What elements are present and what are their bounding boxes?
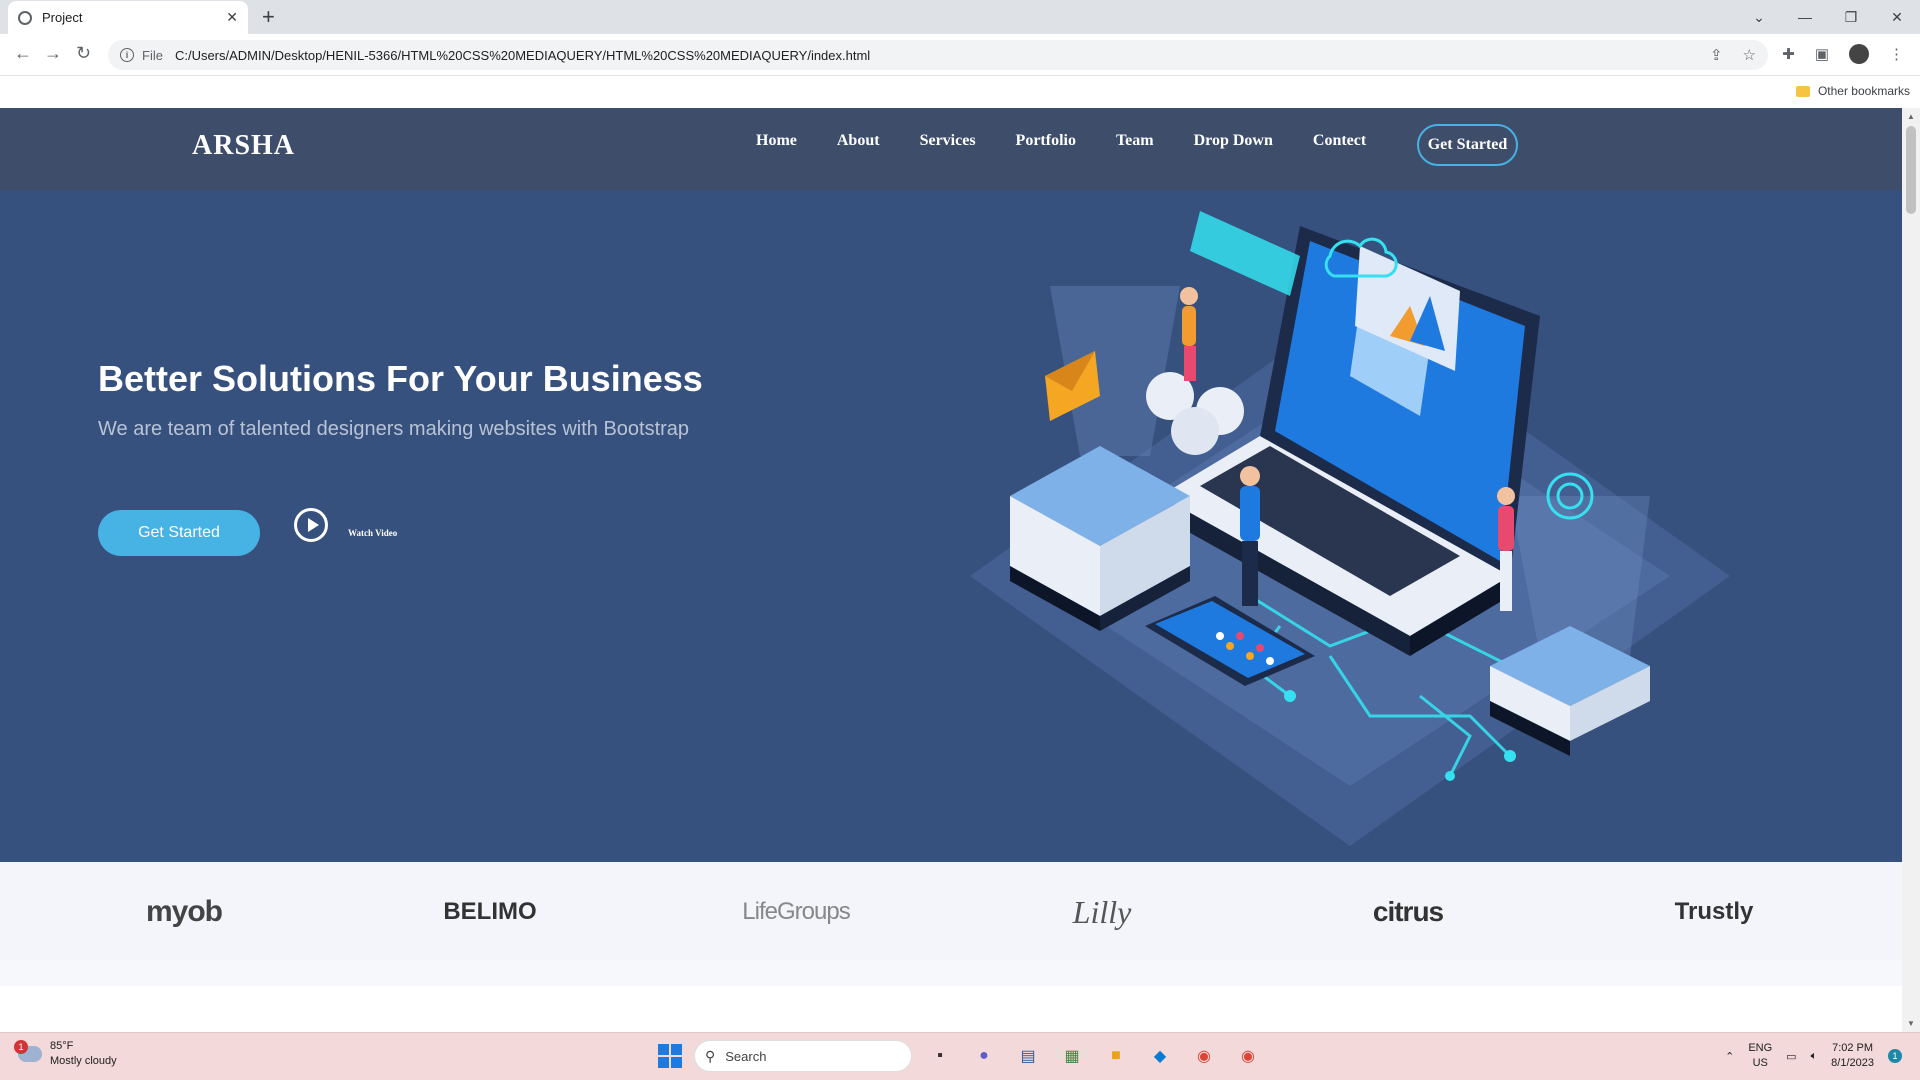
main-nav: Home About Services Portfolio Team Drop …	[756, 132, 1406, 150]
cloud-icon: 1	[14, 1040, 42, 1062]
nav-drop-down[interactable]: Drop Down	[1194, 132, 1273, 150]
hero-section: Better Solutions For Your Business We ar…	[0, 190, 1902, 862]
back-icon[interactable]: ←	[14, 43, 32, 64]
file-explorer-icon[interactable]: ■	[1100, 1040, 1132, 1072]
windows-start-icon[interactable]	[658, 1044, 682, 1068]
hero-get-started-button[interactable]: Get Started	[98, 510, 260, 556]
address-bar[interactable]: i File C:/Users/ADMIN/Desktop/HENIL-5366…	[108, 40, 1768, 70]
tab-title: Project	[42, 10, 83, 25]
menu-icon[interactable]: ⋮	[1889, 45, 1904, 63]
region-code: US	[1752, 1057, 1768, 1069]
address-url[interactable]: C:/Users/ADMIN/Desktop/HENIL-5366/HTML%2…	[175, 48, 1710, 63]
weather-desc: Mostly cloudy	[50, 1055, 117, 1067]
taskbar-search-placeholder: Search	[725, 1048, 767, 1064]
vscode-icon[interactable]: ◆	[1144, 1040, 1176, 1072]
nav-about[interactable]: About	[837, 132, 880, 150]
new-tab-button[interactable]: +	[262, 4, 275, 30]
scroll-down-icon[interactable]: ▼	[1907, 1019, 1915, 1028]
client-logo-myob: myob	[145, 895, 223, 928]
other-bookmarks[interactable]: Other bookmarks	[1795, 84, 1910, 98]
address-scheme: File	[142, 47, 163, 63]
nav-contact[interactable]: Contect	[1313, 132, 1366, 150]
client-logo-lilly: Lilly	[1072, 893, 1132, 930]
site-header: ARSHA Home About Services Portfolio Team…	[0, 108, 1902, 190]
tab-search-icon[interactable]: ⌄	[1736, 0, 1782, 34]
browser-tab[interactable]: Project ✕	[8, 1, 248, 34]
taskbar-apps: ⚲ Search ▪ ● ▤ ▦ ■ ◆ ◉ ◉	[658, 1040, 1264, 1072]
client-logo-citrus: citrus	[1372, 896, 1444, 927]
nav-services[interactable]: Services	[920, 132, 976, 150]
client-logo-belimo: BELIMO	[443, 898, 537, 925]
system-tray: ⌃ ENG US ▭ 🔈︎ 7:02 PM 8/1/2023 1	[1725, 1041, 1902, 1071]
profile-avatar[interactable]	[1849, 44, 1869, 64]
page-scrollbar[interactable]: ▲ ▼	[1902, 108, 1920, 1032]
taskbar-search[interactable]: ⚲ Search	[694, 1040, 912, 1072]
folder-icon	[1795, 85, 1810, 97]
side-panel-icon[interactable]: ▣	[1815, 45, 1829, 63]
share-icon[interactable]: ⇪	[1710, 46, 1723, 64]
client-logo-trustly: Trustly	[1674, 898, 1754, 925]
other-bookmarks-label: Other bookmarks	[1817, 84, 1910, 98]
notification-badge[interactable]: 1	[1888, 1049, 1902, 1063]
play-icon[interactable]	[294, 508, 328, 542]
hero-subtitle: We are team of talented designers making…	[98, 418, 690, 440]
browser-toolbar: ← → ↻ i File C:/Users/ADMIN/Desktop/HENI…	[0, 34, 1920, 76]
minimize-button[interactable]: —	[1782, 0, 1828, 34]
lang-code: ENG	[1748, 1042, 1773, 1054]
nav-team[interactable]: Team	[1116, 132, 1154, 150]
notepad-icon[interactable]: ▤	[1012, 1040, 1044, 1072]
teams-icon[interactable]: ●	[968, 1040, 1000, 1072]
weather-temp: 85°F	[50, 1040, 74, 1052]
task-view-icon[interactable]: ▪	[924, 1040, 956, 1072]
weather-widget[interactable]: 1 85°F Mostly cloudy	[14, 1039, 117, 1069]
section-divider	[0, 960, 1902, 986]
extensions-icon[interactable]: ✚	[1782, 45, 1795, 63]
language-indicator[interactable]: ENG US	[1748, 1041, 1772, 1071]
hero-title: Better Solutions For Your Business	[98, 358, 703, 399]
header-get-started-button[interactable]: Get Started	[1417, 124, 1518, 166]
globe-icon	[18, 10, 32, 25]
scroll-up-icon[interactable]: ▲	[1907, 112, 1915, 121]
reload-icon[interactable]: ↻	[76, 43, 91, 64]
nav-home[interactable]: Home	[756, 132, 797, 150]
browser-tab-strip: Project ✕ + ⌄ — ❐ ✕	[0, 0, 1920, 34]
search-icon: ⚲	[705, 1047, 716, 1064]
web-page: ARSHA Home About Services Portfolio Team…	[0, 108, 1902, 1032]
clock-time: 7:02 PM	[1832, 1042, 1874, 1054]
close-tab-icon[interactable]: ✕	[226, 9, 238, 26]
client-logo-lifegroups: LifeGroups	[742, 898, 850, 925]
nav-portfolio[interactable]: Portfolio	[1016, 132, 1076, 150]
clients-section: myob BELIMO LifeGroups Lilly citrus Trus…	[0, 862, 1902, 960]
chrome-icon[interactable]: ◉	[1188, 1040, 1220, 1072]
spreadsheet-icon[interactable]: ▦	[1056, 1040, 1088, 1072]
bookmark-star-icon[interactable]: ☆	[1743, 46, 1756, 64]
site-logo[interactable]: ARSHA	[192, 130, 295, 162]
bookmarks-bar: Other bookmarks	[0, 76, 1920, 108]
info-icon[interactable]: i	[120, 48, 134, 62]
clock-date: 8/1/2023	[1831, 1057, 1874, 1069]
windows-taskbar: 1 85°F Mostly cloudy ⚲ Search ▪ ● ▤ ▦ ■ …	[0, 1032, 1920, 1080]
volume-icon[interactable]: 🔈︎	[1811, 1050, 1818, 1063]
watch-video-link[interactable]: Watch Video	[348, 528, 397, 538]
clock[interactable]: 7:02 PM 8/1/2023	[1831, 1041, 1874, 1071]
chrome-profile-icon[interactable]: ◉	[1232, 1040, 1264, 1072]
forward-icon[interactable]: →	[44, 43, 62, 64]
network-icon[interactable]: ▭	[1786, 1050, 1796, 1063]
weather-badge: 1	[14, 1040, 28, 1054]
window-controls: ⌄ — ❐ ✕	[1736, 0, 1920, 34]
restore-button[interactable]: ❐	[1828, 0, 1874, 34]
close-window-button[interactable]: ✕	[1874, 0, 1920, 34]
hero-illustration	[970, 211, 1730, 846]
chevron-up-icon[interactable]: ⌃	[1725, 1050, 1734, 1063]
scroll-thumb[interactable]	[1906, 126, 1916, 214]
